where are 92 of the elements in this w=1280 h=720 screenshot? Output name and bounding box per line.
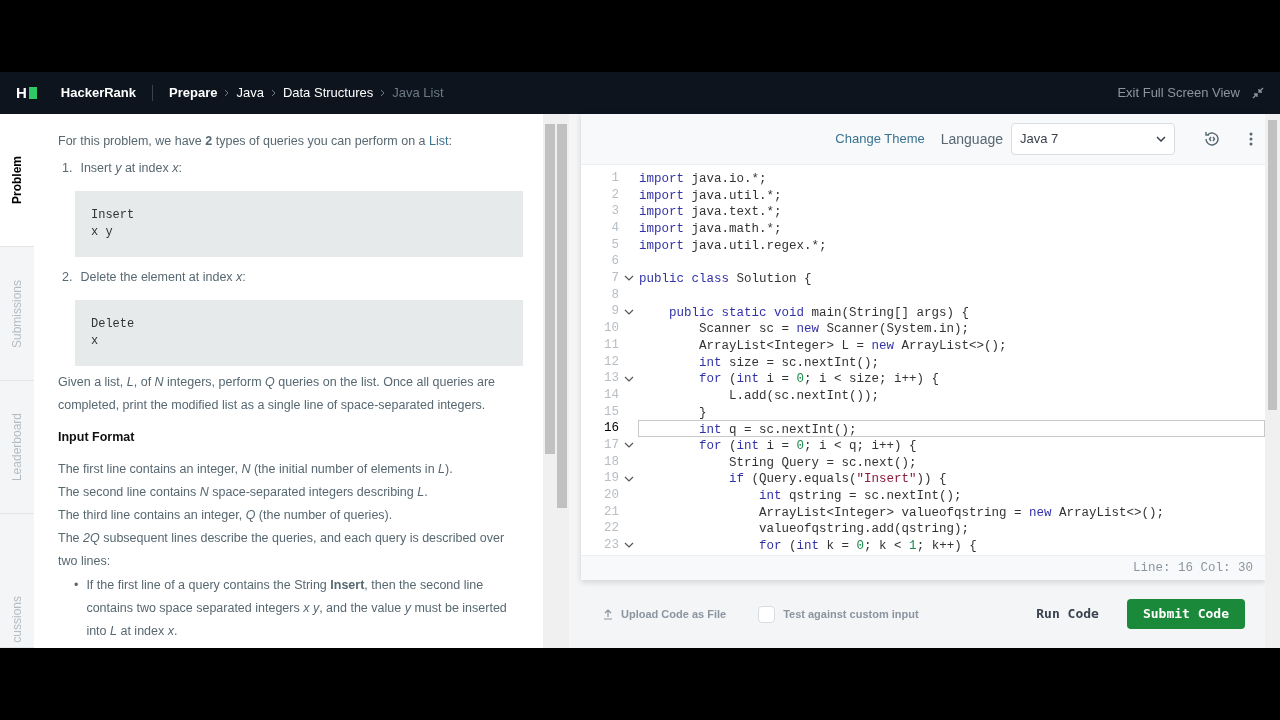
- code-line: import java.text.*;: [639, 204, 783, 221]
- line-number: 14: [603, 386, 619, 404]
- line-number: 20: [603, 487, 619, 505]
- code-line: int size = sc.nextInt();: [698, 354, 881, 371]
- code-line: import java.math.*;: [639, 221, 783, 237]
- problem-paragraph: Given a list, L, of N integers, perform Q queries on the list. Once all queries are completed, print the modified list as a single line of space-separated integers.: [58, 374, 497, 414]
- code-line: int qstring = sc.nextInt();: [758, 488, 963, 504]
- code-line: public class Solution {: [639, 271, 813, 287]
- upload-icon: [603, 608, 613, 620]
- more-icon[interactable]: [1249, 132, 1253, 146]
- code-line: for (int i = 0; i < q; i++) {: [698, 438, 918, 454]
- problem-line: The first line contains an integer, N (the initial number of elements in L).: [58, 461, 454, 478]
- list-item-text: Insert y at index x:: [80, 160, 182, 177]
- collapse-icon[interactable]: [1252, 87, 1264, 99]
- section-heading: Input Format: [58, 429, 136, 446]
- line-number: 22: [603, 520, 619, 538]
- line-number: 23: [603, 537, 619, 555]
- scrollbar[interactable]: [1265, 114, 1280, 648]
- line-number: 3: [610, 203, 619, 221]
- custom-input-checkbox[interactable]: [758, 605, 776, 623]
- code-line: ArrayList<Integer> L = new ArrayList<>();: [698, 337, 1008, 354]
- line-number: 4: [610, 220, 619, 238]
- change-theme-link[interactable]: Change Theme: [835, 129, 925, 149]
- code-sample: Insert x y: [75, 191, 523, 257]
- breadcrumb-link[interactable]: Java: [236, 83, 264, 103]
- cursor-status: Line: 16 Col: 30: [1132, 559, 1253, 577]
- line-number: 7: [610, 270, 619, 288]
- submit-code-button[interactable]: Submit Code: [1126, 599, 1245, 629]
- line-number: 1: [610, 169, 619, 187]
- exit-full-screen-link[interactable]: Exit Full Screen View: [1117, 83, 1240, 103]
- line-number: 2: [610, 186, 619, 204]
- code-line: ArrayList<Integer> valueofqstring = new ArrayList<>();: [758, 504, 1166, 521]
- list-link[interactable]: List: [429, 134, 449, 148]
- line-number: 18: [603, 453, 619, 471]
- scrollbar[interactable]: [543, 114, 569, 648]
- list-marker: 2.: [62, 269, 73, 286]
- problem-paragraph: For this problem, we have 2 types of queries you can perform on a List:: [58, 133, 453, 150]
- code-line: for (int k = 0; k < 1; k++) {: [758, 538, 978, 554]
- resize-handle[interactable]: [569, 114, 581, 648]
- line-number: 12: [603, 353, 619, 371]
- run-code-button[interactable]: Run Code: [1020, 599, 1115, 629]
- code-sample: Delete x: [75, 300, 523, 366]
- list-marker: 1.: [62, 160, 73, 177]
- code-line: valueofqstring.add(qstring);: [758, 521, 971, 538]
- line-number: 5: [610, 236, 619, 254]
- history-icon[interactable]: [1203, 130, 1221, 148]
- line-number: 10: [603, 320, 619, 338]
- breadcrumb-link[interactable]: Prepare: [169, 83, 218, 103]
- code-line: String Query = sc.next();: [728, 454, 918, 471]
- fold-chevron-icon[interactable]: [624, 542, 634, 549]
- line-number: 6: [610, 253, 619, 271]
- custom-input-label: Test against custom input: [783, 606, 919, 622]
- breadcrumb-link[interactable]: Data Structures: [282, 83, 374, 103]
- problem-line: The third line contains an integer, Q (the number of queries).: [58, 507, 394, 524]
- line-number: 13: [603, 370, 619, 388]
- code-line: Scanner sc = new Scanner(System.in);: [698, 321, 971, 337]
- line-number: 19: [603, 470, 619, 488]
- code-line: }: [698, 404, 708, 421]
- fold-chevron-icon[interactable]: [624, 375, 634, 382]
- brand-name[interactable]: HackerRank: [60, 83, 136, 103]
- code-line: public static void main(String[] args) {: [668, 304, 971, 321]
- breadcrumb-link[interactable]: Java List: [392, 83, 444, 103]
- code-line: if (Query.equals("Insert")) {: [728, 471, 948, 488]
- side-tab[interactable]: Problem: [0, 114, 34, 248]
- code-line: L.add(sc.nextInt());: [728, 387, 881, 404]
- line-number: 11: [603, 336, 619, 354]
- problem-line: The second line contains N space-separated integers describing L.: [58, 484, 429, 501]
- list-item-text: Delete the element at index x:: [80, 269, 246, 286]
- chevron-icon: [380, 89, 386, 97]
- fold-chevron-icon[interactable]: [624, 275, 634, 282]
- line-number: 9: [610, 303, 619, 321]
- list-item-text: If the first line of a query contains the String Insert, then the second line contains two space separated integers x y, and the value y must be inserted into L at index x.: [86, 577, 508, 640]
- problem-line: The 2Q subsequent lines describe the queries, and each query is described over two lines:: [58, 530, 506, 570]
- code-line: import java.util.*;: [639, 187, 783, 204]
- chevron-icon: [224, 89, 230, 97]
- line-number: 15: [603, 403, 619, 421]
- line-number: 8: [610, 286, 619, 304]
- language-select[interactable]: Java 7: [1011, 123, 1175, 155]
- line-number: 16: [603, 420, 619, 438]
- dropdown-caret-icon: [1156, 136, 1166, 142]
- fold-chevron-icon[interactable]: [624, 308, 634, 315]
- code-line: import java.io.*;: [639, 171, 768, 187]
- logo[interactable]: H: [16, 81, 37, 105]
- code-line: for (int i = 0; i < size; i++) {: [698, 371, 941, 387]
- fold-chevron-icon[interactable]: [624, 442, 634, 449]
- chevron-icon: [270, 89, 276, 97]
- fold-chevron-icon[interactable]: [624, 475, 634, 482]
- line-number: 17: [603, 436, 619, 454]
- code-line: import java.util.regex.*;: [639, 237, 828, 254]
- list-marker: •: [74, 577, 79, 594]
- language-label: Language: [940, 129, 1003, 149]
- line-number: 21: [603, 503, 619, 521]
